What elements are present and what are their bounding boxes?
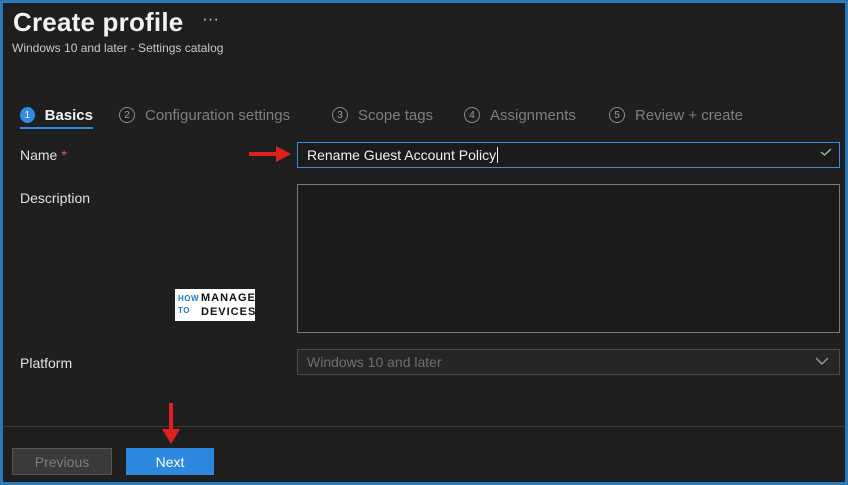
required-marker: * <box>61 147 67 163</box>
step-1-icon: 1 <box>20 107 35 123</box>
tab-label: Scope tags <box>358 106 434 124</box>
tab-scope-tags[interactable]: 3 Scope tags <box>332 98 433 132</box>
text-caret <box>497 147 499 163</box>
tab-review-create[interactable]: 5 Review + create <box>609 98 743 132</box>
logo-manage-text: MANAGE <box>201 292 256 304</box>
annotation-arrow-right-icon <box>249 146 291 162</box>
name-label: Name * <box>20 147 67 163</box>
tab-label: Configuration settings <box>145 106 291 124</box>
description-textarea[interactable] <box>297 184 840 333</box>
page-title: Create profile <box>13 7 184 37</box>
tab-label: Assignments <box>490 106 576 124</box>
logo-devices-text: DEVICES <box>201 306 257 318</box>
more-options-button[interactable]: ··· <box>202 9 219 29</box>
previous-button[interactable]: Previous <box>12 448 112 475</box>
tab-basics[interactable]: 1 Basics <box>20 98 93 132</box>
footer-divider <box>3 426 845 427</box>
name-input-value: Rename Guest Account Policy <box>307 147 497 163</box>
step-5-icon: 5 <box>609 107 625 123</box>
tab-label: Basics <box>44 106 93 124</box>
platform-value: Windows 10 and later <box>307 354 442 370</box>
tab-configuration-settings[interactable]: 2 Configuration settings <box>119 98 290 132</box>
checkmark-icon <box>820 148 832 156</box>
platform-select[interactable]: Windows 10 and later <box>297 349 840 375</box>
logo-to-text: TO <box>178 306 190 315</box>
howtomanagedevices-logo: HOW TO MANAGE DEVICES <box>175 289 255 321</box>
tab-assignments[interactable]: 4 Assignments <box>464 98 576 132</box>
next-button[interactable]: Next <box>126 448 214 475</box>
description-label: Description <box>20 190 91 206</box>
step-2-icon: 2 <box>119 107 135 123</box>
tab-label: Review + create <box>635 106 743 124</box>
page-subtitle: Windows 10 and later - Settings catalog <box>12 41 224 55</box>
create-profile-window: Create profile ··· Windows 10 and later … <box>3 3 845 482</box>
logo-how-text: HOW <box>178 294 200 303</box>
step-4-icon: 4 <box>464 107 480 123</box>
annotation-arrow-down-icon <box>162 403 180 444</box>
name-input[interactable]: Rename Guest Account Policy <box>297 142 840 168</box>
chevron-down-icon <box>815 357 829 365</box>
wizard-tabs: 1 Basics 2 Configuration settings 3 Scop… <box>3 98 845 132</box>
platform-label: Platform <box>20 355 73 371</box>
name-label-text: Name <box>20 147 58 163</box>
step-3-icon: 3 <box>332 107 348 123</box>
